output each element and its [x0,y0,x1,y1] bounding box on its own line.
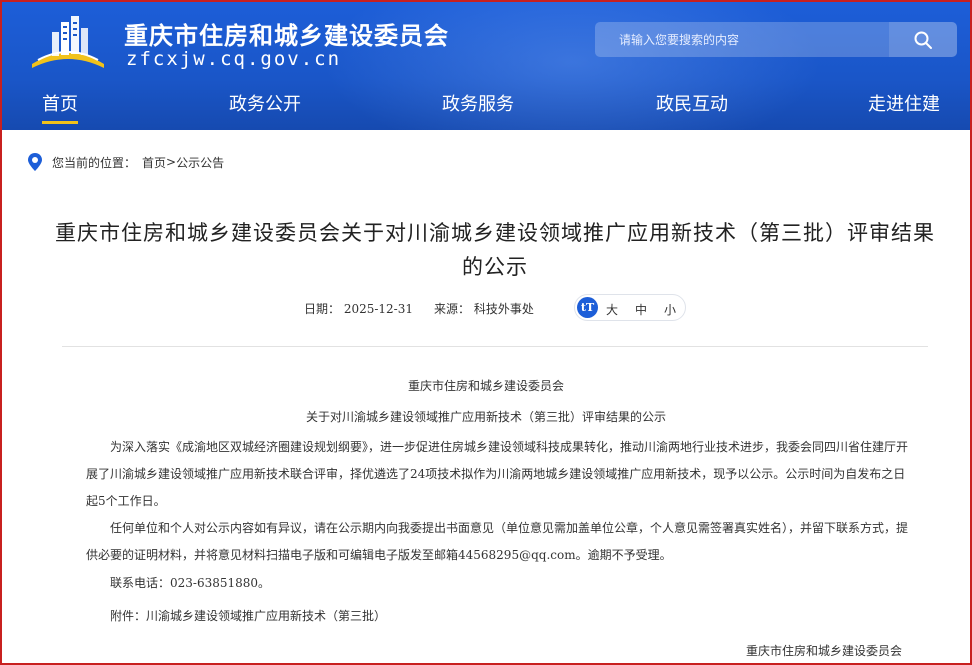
search-input[interactable] [595,22,887,57]
font-size-control: tT 大 中 小 [574,294,686,321]
signature: 重庆市住房和城乡建设委员会 [746,644,903,658]
site-header: 重庆市住房和城乡建设委员会 zfcxjw.cq.gov.cn 首页 政务公开 政… [2,2,970,130]
article-meta: 日期： 2025-12-31 来源： 科技外事处 tT 大 中 小 [2,294,970,322]
breadcrumb-label: 您当前的位置： [52,155,137,170]
building-logo-icon[interactable] [28,12,108,72]
site-domain: zfcxjw.cq.gov.cn [126,48,342,70]
search-box [595,22,957,57]
nav-item-gov-services[interactable]: 政务服务 [442,90,514,116]
notice-subheading: 关于对川渝城乡建设领域推广应用新技术（第三批）评审结果的公示 [305,410,666,424]
paragraph-intro: 为深入落实《成渝地区双城经济圈建设规划纲要》，进一步促进住房城乡建设领域科技成果… [86,440,909,508]
text-size-icon: tT [577,297,598,318]
breadcrumb-home-link[interactable]: 首页 [142,154,166,171]
article-source: 来源： 科技外事处 [434,302,534,316]
nav-item-about[interactable]: 走进住建 [868,90,940,116]
issuer-heading: 重庆市住房和城乡建设委员会 [407,379,564,393]
search-button[interactable] [889,22,957,57]
paragraph-attachment[interactable]: 附件：川渝城乡建设领域推广应用新技术（第三批） [86,603,908,630]
site-title: 重庆市住房和城乡建设委员会 [124,22,449,50]
main-nav: 首页 政务公开 政务服务 政民互动 走进住建 [2,86,970,126]
content-divider [62,346,928,347]
breadcrumb-separator: > [166,155,177,169]
publish-date: 日期： 2025-12-31 [304,302,414,316]
search-icon [914,31,932,49]
paragraph-contact: 联系电话：023-63851880。 [110,576,271,590]
breadcrumb-current-link[interactable]: 公示公告 [176,154,224,171]
nav-active-indicator [42,121,78,124]
nav-item-home[interactable]: 首页 [42,90,78,116]
nav-item-interaction[interactable]: 政民互动 [656,90,728,116]
breadcrumb: 您当前的位置： 首页 > 公示公告 [28,152,224,172]
nav-item-gov-affairs[interactable]: 政务公开 [229,90,301,116]
page-frame: 重庆市住房和城乡建设委员会 zfcxjw.cq.gov.cn 首页 政务公开 政… [0,0,972,665]
paragraph-objection: 任何单位和个人对公示内容如有异议，请在公示期内向我委提出书面意见（单位意见需加盖… [86,521,909,562]
font-size-medium[interactable]: 中 [635,301,647,318]
article-title: 重庆市住房和城乡建设委员会关于对川渝城乡建设领域推广应用新技术（第三批）评审结果… [55,221,935,279]
location-pin-icon [28,153,42,171]
font-size-large[interactable]: 大 [606,301,618,318]
font-size-small[interactable]: 小 [664,301,676,318]
